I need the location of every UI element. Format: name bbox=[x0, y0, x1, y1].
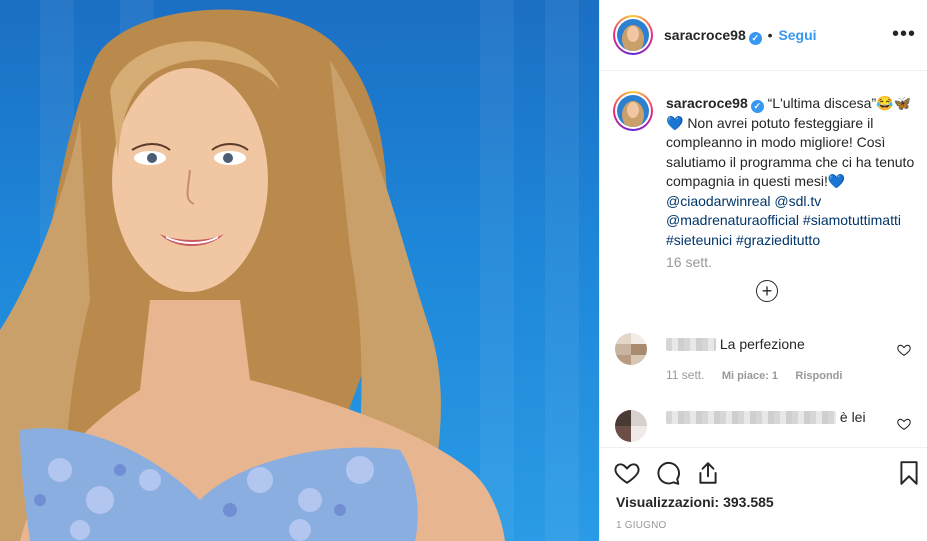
mention-link[interactable]: @sdl.tv bbox=[774, 193, 821, 209]
header-username[interactable]: saracroce98 bbox=[664, 27, 746, 43]
avatar-border bbox=[615, 17, 651, 53]
share-icon[interactable] bbox=[695, 460, 721, 486]
views-count[interactable]: Visualizzazioni: 393.585 bbox=[616, 494, 774, 510]
verified-badge-icon: ✓ bbox=[750, 100, 764, 113]
hashtag-link[interactable]: #grazieditutto bbox=[736, 232, 820, 248]
more-options-icon[interactable]: ••• bbox=[892, 24, 916, 44]
bookmark-icon[interactable] bbox=[896, 460, 922, 486]
follow-button[interactable]: Segui bbox=[778, 27, 816, 43]
blurred-username[interactable] bbox=[666, 411, 836, 424]
author-avatar[interactable] bbox=[613, 15, 653, 55]
header-user-line: saracroce98 ✓ • Segui bbox=[664, 27, 817, 45]
post-actions: Visualizzazioni: 393.585 1 GIUGNO bbox=[600, 447, 927, 541]
avatar-border bbox=[615, 93, 651, 129]
separator-dot: • bbox=[767, 27, 773, 43]
post-photo bbox=[0, 9, 505, 541]
blurred-username[interactable] bbox=[666, 338, 716, 351]
commenter-avatar[interactable] bbox=[615, 333, 647, 365]
comment-time[interactable]: 11 sett. bbox=[666, 368, 704, 382]
commenter-avatar[interactable] bbox=[615, 410, 647, 442]
comment-like-heart-icon[interactable] bbox=[897, 417, 911, 431]
comment-1-meta: 11 sett. Mi piace: 1 Rispondi bbox=[666, 368, 842, 382]
comment-icon[interactable] bbox=[655, 460, 681, 486]
post-header: saracroce98 ✓ • Segui ••• bbox=[600, 0, 927, 71]
heart-icon[interactable] bbox=[614, 460, 640, 486]
comment-text: è lei bbox=[839, 409, 866, 425]
avatar-image bbox=[617, 95, 649, 127]
caption-avatar[interactable] bbox=[613, 91, 653, 131]
verified-badge-icon: ✓ bbox=[748, 32, 762, 45]
reply-button[interactable]: Rispondi bbox=[795, 370, 842, 382]
comment-like-heart-icon[interactable] bbox=[897, 343, 911, 357]
post-media[interactable] bbox=[0, 0, 599, 541]
hashtag-link[interactable]: #siamotuttimatti bbox=[803, 212, 901, 228]
comment-1: La perfezione bbox=[666, 336, 805, 352]
post-date[interactable]: 1 GIUGNO bbox=[616, 520, 667, 531]
plus-circle-icon[interactable]: + bbox=[756, 280, 778, 302]
comment-likes[interactable]: Mi piace: 1 bbox=[722, 370, 778, 382]
caption-body: 💙 Non avrei potuto festeggiare il comple… bbox=[666, 114, 915, 190]
caption-username[interactable]: saracroce98 bbox=[666, 95, 748, 111]
caption-time[interactable]: 16 sett. bbox=[666, 254, 712, 270]
avatar-image bbox=[617, 19, 649, 51]
comment-2: è lei bbox=[666, 409, 866, 425]
post-caption: saracroce98 ✓ “L'ultima discesa”😂🦋 💙 Non … bbox=[666, 94, 916, 250]
mention-link[interactable]: @madrenaturaofficial bbox=[666, 212, 799, 228]
mention-link[interactable]: @ciaodarwinreal bbox=[666, 193, 770, 209]
hashtag-link[interactable]: #sieteunici bbox=[666, 232, 732, 248]
comment-text: La perfezione bbox=[719, 336, 805, 352]
post-details-panel: saracroce98 ✓ • Segui ••• saracroce98 ✓ “L… bbox=[599, 0, 927, 541]
caption-lead: “L'ultima discesa”😂🦋 bbox=[767, 95, 911, 111]
